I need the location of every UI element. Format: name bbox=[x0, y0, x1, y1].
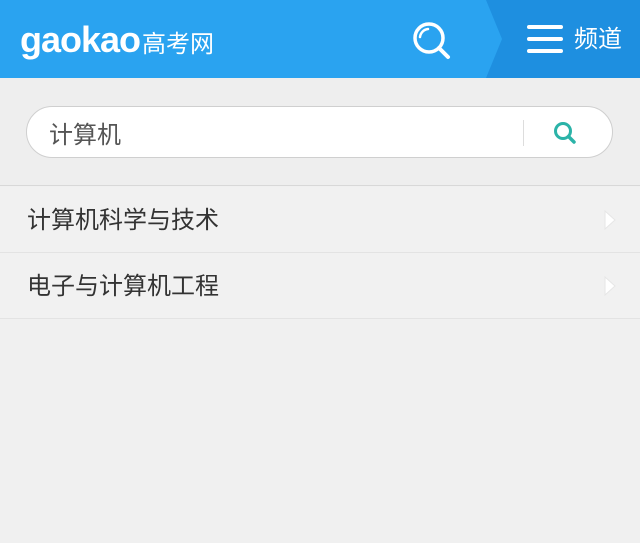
top-header: gaokao 高考网 频道 bbox=[0, 0, 640, 78]
chevron-right-icon bbox=[604, 210, 616, 230]
list-item-label: 电子与计算机工程 bbox=[27, 272, 219, 300]
result-list: 计算机科学与技术 电子与计算机工程 bbox=[0, 187, 640, 319]
channel-menu-button[interactable]: 频道 bbox=[526, 22, 622, 56]
search-divider bbox=[523, 120, 524, 146]
channel-panel: 频道 bbox=[486, 0, 640, 78]
search-icon bbox=[554, 122, 576, 144]
list-item[interactable]: 计算机科学与技术 bbox=[0, 187, 640, 253]
hamburger-menu-icon bbox=[527, 25, 563, 53]
list-item[interactable]: 电子与计算机工程 bbox=[0, 253, 640, 319]
search-box bbox=[26, 106, 613, 158]
header-search-icon[interactable] bbox=[409, 18, 453, 62]
search-input[interactable] bbox=[49, 115, 519, 149]
search-submit-button[interactable] bbox=[551, 120, 581, 146]
channel-menu-label: 频道 bbox=[574, 25, 622, 53]
logo-wordmark: gaokao bbox=[20, 19, 141, 60]
chevron-right-icon bbox=[604, 276, 616, 296]
site-logo[interactable]: gaokao 高考网 bbox=[20, 18, 214, 66]
search-area bbox=[0, 78, 640, 186]
list-item-label: 计算机科学与技术 bbox=[27, 206, 219, 234]
search-icon bbox=[413, 22, 450, 59]
logo-chinese-name: 高考网 bbox=[142, 30, 215, 58]
